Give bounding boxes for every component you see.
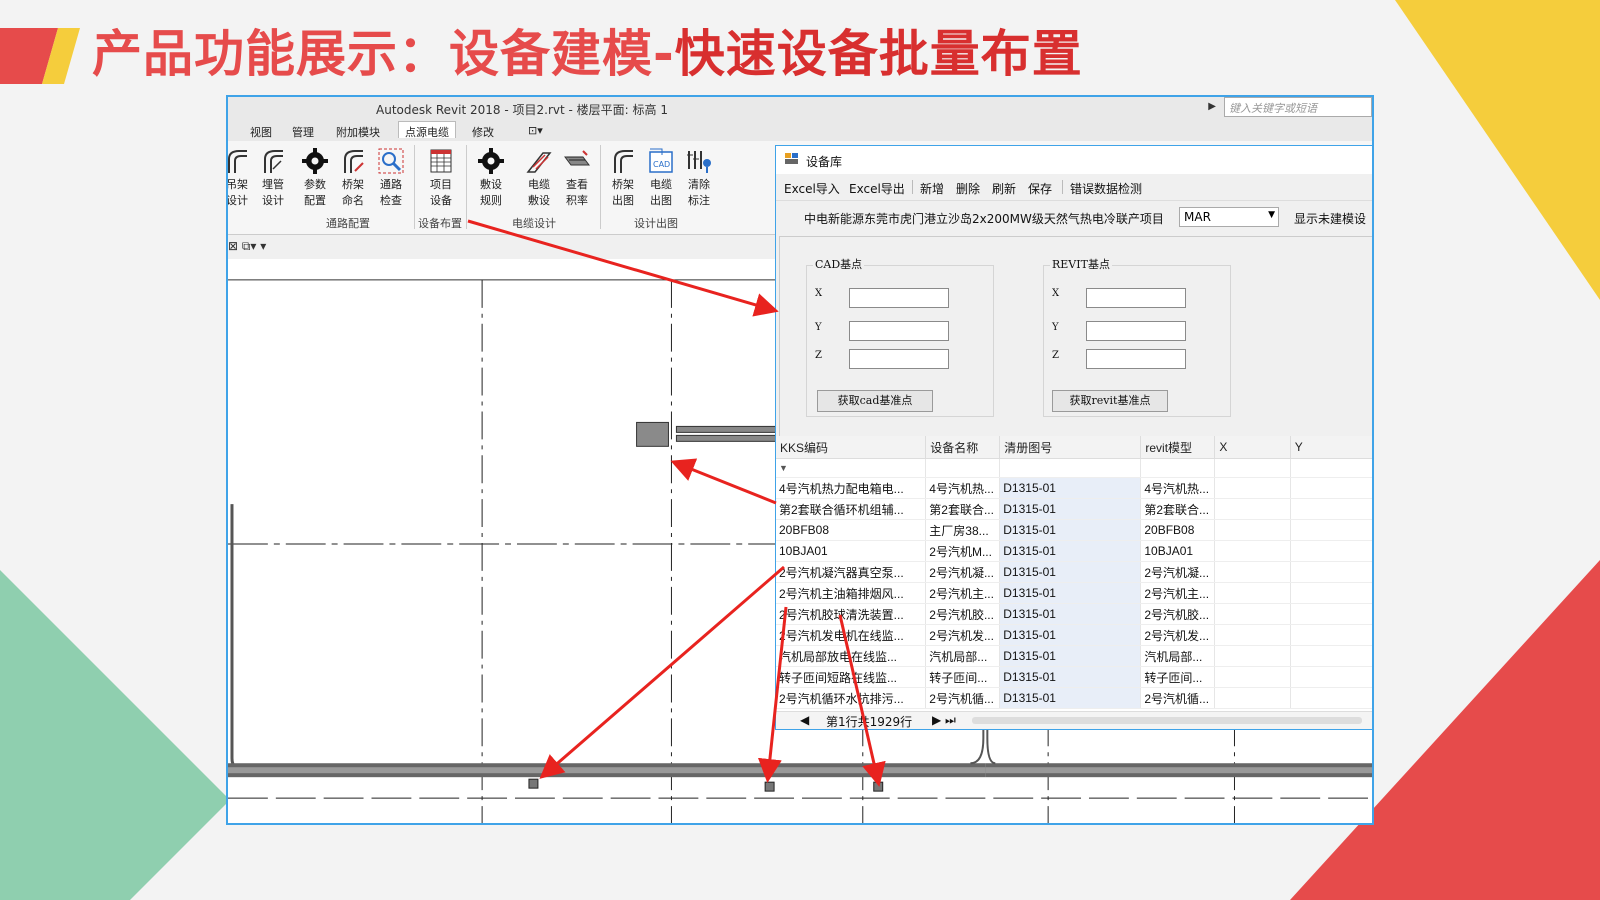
slide-title-part1: 产品功能展示：设备建模- <box>92 25 675 83</box>
arrow-to-dialog <box>467 219 779 317</box>
annotation-arrows <box>467 219 886 787</box>
arrow-to-square-1 <box>539 565 785 779</box>
arrow-to-equipment <box>670 458 777 505</box>
arrow-to-square-2 <box>757 606 788 783</box>
slide-title: 产品功能展示：设备建模-快速设备批量布置 <box>92 14 1083 86</box>
slide-title-part2: 快速设备批量布置 <box>674 25 1083 83</box>
arrow-to-square-3 <box>838 614 886 787</box>
revit-screenshot: Autodesk Revit 2018 - 项目2.rvt - 楼层平面: 标高… <box>226 95 1374 825</box>
